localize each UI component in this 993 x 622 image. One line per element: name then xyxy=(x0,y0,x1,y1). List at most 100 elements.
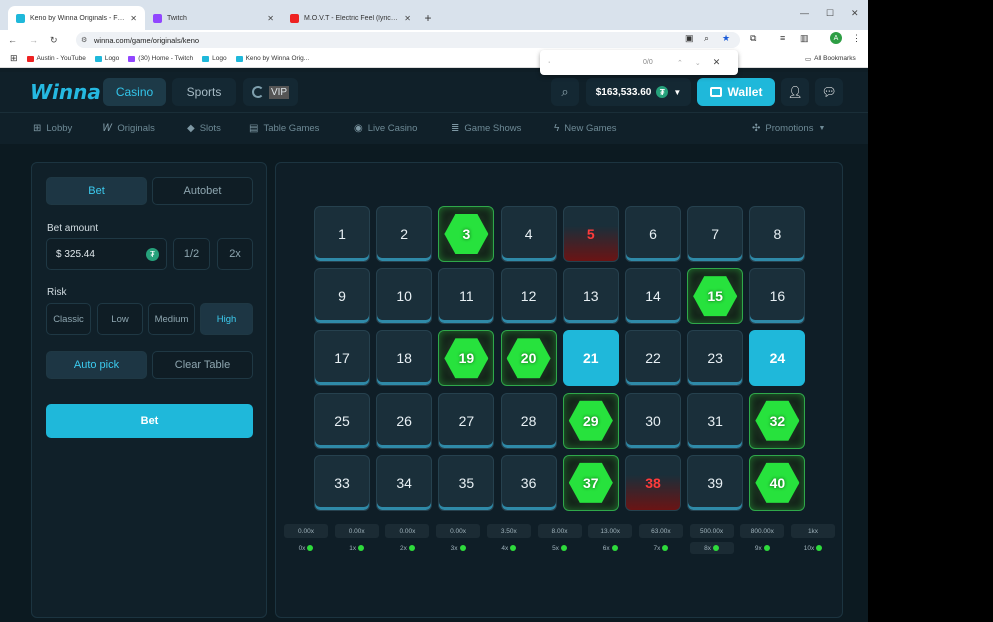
bet-button[interactable]: Bet xyxy=(46,404,253,438)
keno-tile-1[interactable]: 1 xyxy=(314,206,370,262)
keno-tile-6[interactable]: 6 xyxy=(625,206,681,262)
auto-pick-button[interactable]: Auto pick xyxy=(46,351,147,379)
search-button[interactable]: ⌕ xyxy=(551,78,579,106)
keno-tile-40[interactable]: 40 xyxy=(749,454,806,511)
tab-keno[interactable]: Keno by Winna Originals - Fast ✕ xyxy=(8,6,145,30)
keno-tile-27[interactable]: 27 xyxy=(438,392,495,449)
keno-tile-33[interactable]: 33 xyxy=(314,454,370,511)
close-tab-icon[interactable]: ✕ xyxy=(404,14,411,23)
find-input[interactable]: · xyxy=(548,59,643,66)
clear-table-button[interactable]: Clear Table xyxy=(152,351,253,379)
zoom-icon[interactable]: ⌕ xyxy=(704,33,709,44)
keno-tile-19[interactable]: 19 xyxy=(438,330,495,387)
find-prev-icon[interactable]: ⌃ xyxy=(677,59,683,67)
nav-new-games[interactable]: ϟ New Games xyxy=(554,123,617,134)
reload-icon[interactable]: ↻ xyxy=(50,35,58,46)
winna-logo[interactable]: Winna xyxy=(30,80,101,104)
vip-button[interactable]: VIP xyxy=(243,78,298,106)
keno-tile-23[interactable]: 23 xyxy=(687,330,744,387)
keno-tile-22[interactable]: 22 xyxy=(625,330,681,387)
keno-tile-36[interactable]: 36 xyxy=(500,454,557,511)
half-bet-button[interactable]: 1/2 xyxy=(173,238,210,270)
bookmark-item[interactable]: Austin - YouTube xyxy=(26,55,86,62)
sports-button[interactable]: Sports xyxy=(172,78,236,106)
keno-tile-2[interactable]: 2 xyxy=(376,206,433,262)
nav-slots[interactable]: ◆ Slots xyxy=(187,123,221,134)
sidepanel-icon[interactable]: ▥ xyxy=(800,33,809,44)
url-bar[interactable]: ⚙ winna.com/game/originals/keno xyxy=(76,32,740,48)
keno-tile-15[interactable]: 15 xyxy=(687,268,744,325)
keno-tile-8[interactable]: 8 xyxy=(749,206,806,262)
keno-tile-11[interactable]: 11 xyxy=(438,268,495,325)
nav-live-casino[interactable]: ◉ Live Casino xyxy=(354,123,417,134)
new-tab-button[interactable]: + xyxy=(419,6,437,30)
keno-tile-38[interactable]: 38 xyxy=(625,454,681,511)
tab-bet[interactable]: Bet xyxy=(46,177,147,205)
close-window-icon[interactable]: ✕ xyxy=(851,8,859,19)
back-icon[interactable]: ← xyxy=(8,35,17,45)
keno-tile-35[interactable]: 35 xyxy=(438,454,495,511)
close-tab-icon[interactable]: ✕ xyxy=(267,14,274,23)
keno-tile-16[interactable]: 16 xyxy=(749,268,806,325)
chat-button[interactable]: 💬︎ xyxy=(815,78,843,106)
keno-tile-14[interactable]: 14 xyxy=(625,268,681,325)
wallet-button[interactable]: Wallet xyxy=(697,78,775,106)
keno-tile-9[interactable]: 9 xyxy=(314,268,370,325)
keno-tile-5[interactable]: 5 xyxy=(562,206,619,262)
nav-promotions[interactable]: ✣ Promotions ▼ xyxy=(752,123,825,134)
keno-tile-31[interactable]: 31 xyxy=(687,392,744,449)
keno-tile-18[interactable]: 18 xyxy=(376,330,433,387)
risk-classic-button[interactable]: Classic xyxy=(46,303,91,335)
tab-twitch[interactable]: Twitch ✕ xyxy=(145,6,282,30)
bookmark-item[interactable]: Logo xyxy=(202,55,227,62)
keno-tile-28[interactable]: 28 xyxy=(500,392,557,449)
keno-tile-37[interactable]: 37 xyxy=(562,454,619,511)
forward-icon[interactable]: → xyxy=(29,35,38,45)
keno-tile-39[interactable]: 39 xyxy=(687,454,744,511)
site-info-icon[interactable]: ⚙ xyxy=(81,36,87,44)
keno-tile-17[interactable]: 17 xyxy=(314,330,370,387)
bookmark-item[interactable]: Keno by Winna Orig... xyxy=(235,55,309,62)
apps-grid-icon[interactable]: ⊞ xyxy=(10,53,18,64)
nav-game-shows[interactable]: ≣ Game Shows xyxy=(451,123,521,134)
minimize-icon[interactable]: — xyxy=(800,8,809,18)
find-next-icon[interactable]: ⌄ xyxy=(695,59,701,67)
keno-tile-10[interactable]: 10 xyxy=(376,268,433,325)
nav-lobby[interactable]: ⊞ Lobby xyxy=(33,123,72,134)
menu-dots-icon[interactable]: ⋮ xyxy=(852,33,861,44)
risk-low-button[interactable]: Low xyxy=(97,303,143,335)
keno-tile-29[interactable]: 29 xyxy=(562,392,619,449)
find-close-icon[interactable]: ✕ xyxy=(713,57,721,68)
keno-tile-26[interactable]: 26 xyxy=(376,392,433,449)
risk-high-button[interactable]: High xyxy=(200,303,253,335)
risk-medium-button[interactable]: Medium xyxy=(148,303,195,335)
keno-tile-30[interactable]: 30 xyxy=(625,392,681,449)
tab-autobet[interactable]: Autobet xyxy=(152,177,253,205)
keno-tile-4[interactable]: 4 xyxy=(500,206,557,262)
keno-tile-12[interactable]: 12 xyxy=(500,268,557,325)
keno-tile-32[interactable]: 32 xyxy=(749,392,806,449)
nav-table-games[interactable]: ▤ Table Games xyxy=(249,123,319,134)
profile-avatar[interactable]: A xyxy=(830,32,842,44)
keno-tile-20[interactable]: 20 xyxy=(500,330,557,387)
keno-tile-34[interactable]: 34 xyxy=(376,454,433,511)
bookmark-star-icon[interactable]: ★ xyxy=(722,33,730,44)
keno-tile-3[interactable]: 3 xyxy=(438,206,495,262)
tab-youtube[interactable]: M.O.V.T - Electric Feel (lyrics) · ✕ xyxy=(282,6,419,30)
all-bookmarks[interactable]: ▭ All Bookmarks xyxy=(805,55,856,63)
keno-tile-13[interactable]: 13 xyxy=(562,268,619,325)
bookmark-item[interactable]: (30) Home - Twitch xyxy=(128,55,193,62)
bet-amount-input[interactable]: $ 325.44 ₮ xyxy=(46,238,167,270)
double-bet-button[interactable]: 2x xyxy=(217,238,253,270)
keno-tile-24[interactable]: 24 xyxy=(749,330,806,387)
extensions-icon[interactable]: ⧉ xyxy=(750,33,756,44)
close-tab-icon[interactable]: ✕ xyxy=(130,14,137,23)
bookmark-item[interactable]: Logo xyxy=(94,55,119,62)
casino-button[interactable]: Casino xyxy=(103,78,166,106)
keno-tile-7[interactable]: 7 xyxy=(687,206,744,262)
reader-icon[interactable]: ▣ xyxy=(685,33,694,44)
balance-dropdown[interactable]: $163,533.60 ₮ ▼ xyxy=(586,78,691,106)
keno-tile-25[interactable]: 25 xyxy=(314,392,370,449)
maximize-icon[interactable]: ☐ xyxy=(826,8,834,19)
media-icon[interactable]: ≡ xyxy=(780,33,785,43)
